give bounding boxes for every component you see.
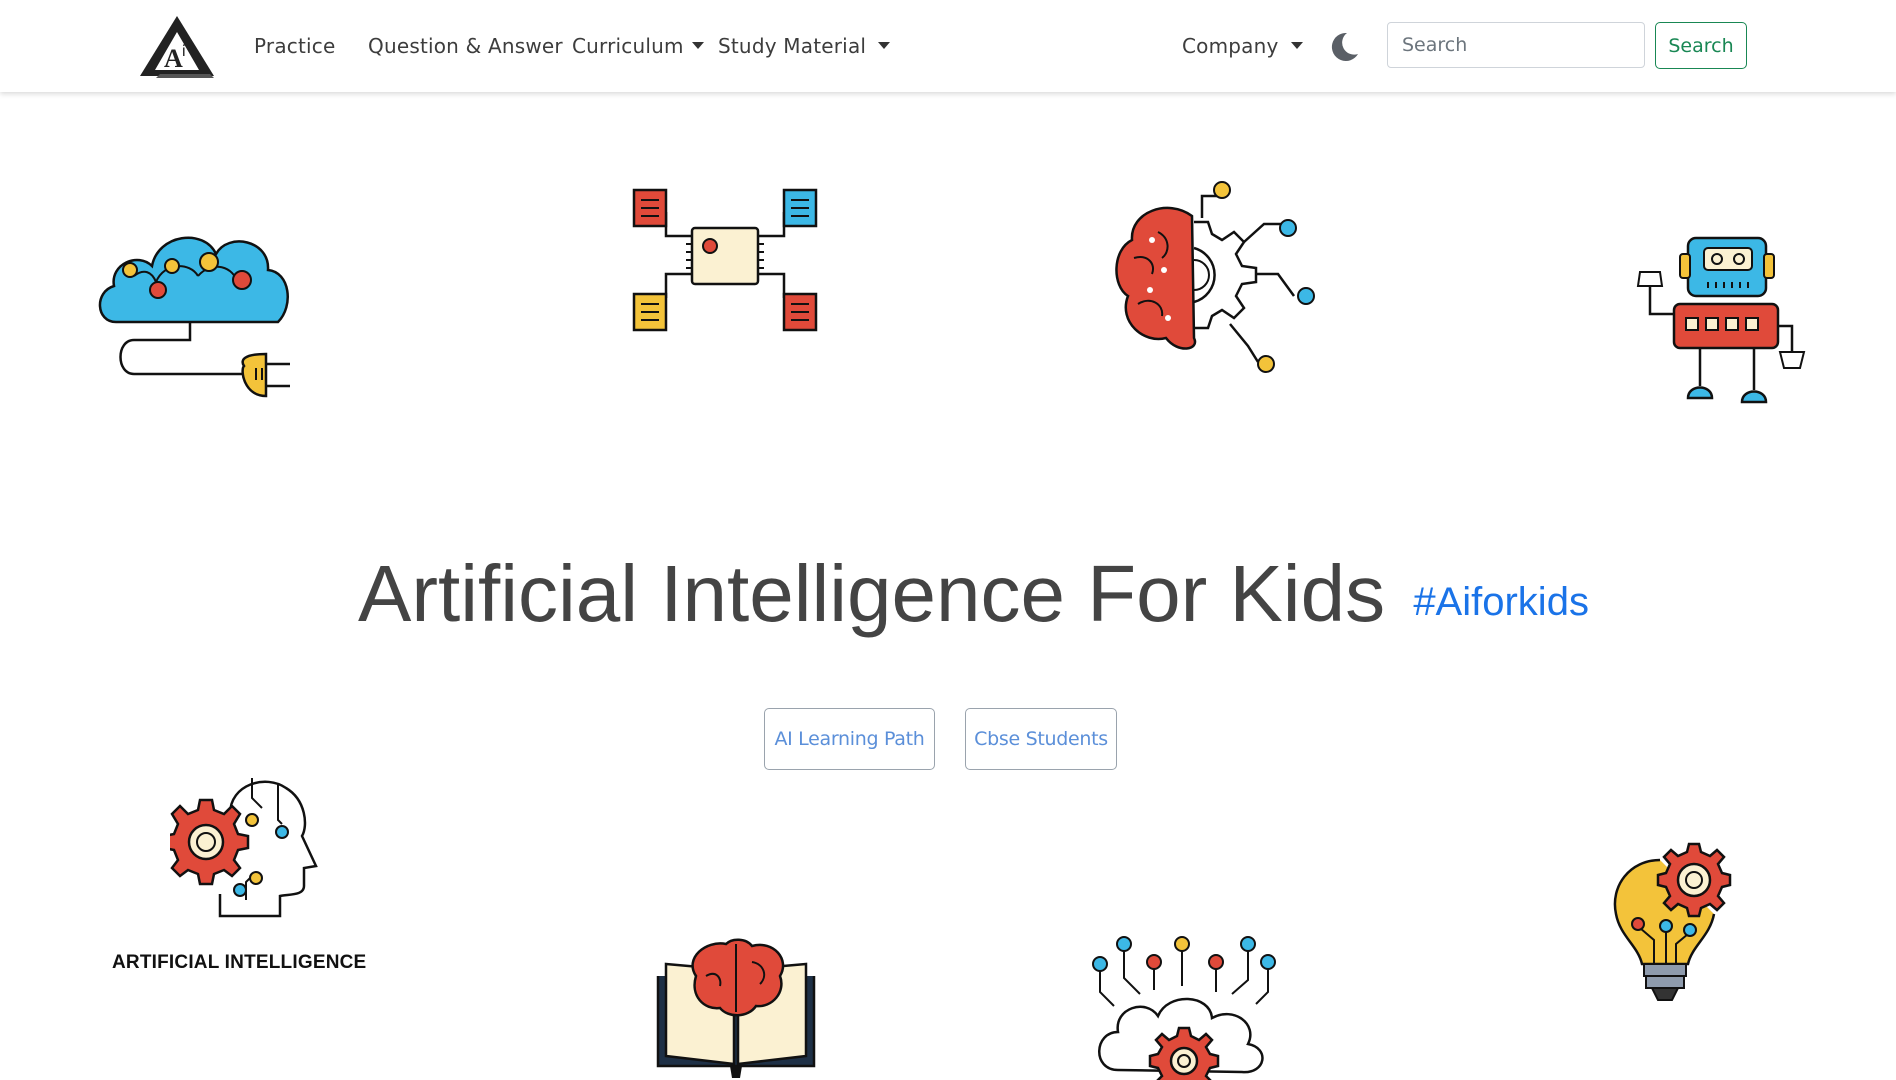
- brain-gear-illustration: [1115, 181, 1315, 373]
- ai-head-illustration: [170, 778, 318, 918]
- nav-curriculum-dropdown[interactable]: Curriculum: [572, 34, 704, 58]
- book-brain-illustration: [656, 938, 816, 1078]
- chevron-down-icon: [878, 42, 891, 49]
- chip-network-illustration: [632, 188, 818, 332]
- top-navbar: A i Practice Question & Answer Curriculu…: [0, 0, 1896, 92]
- robot-illustration: [1636, 236, 1806, 404]
- nav-company-label: Company: [1182, 34, 1279, 58]
- svg-text:i: i: [182, 43, 186, 60]
- ai-learning-path-button[interactable]: AI Learning Path: [764, 708, 935, 770]
- nav-question-answer[interactable]: Question & Answer: [368, 34, 563, 58]
- chevron-down-icon: [691, 42, 704, 49]
- cloud-network-illustration: [1092, 936, 1276, 1080]
- search-button[interactable]: Search: [1655, 22, 1747, 69]
- hero-title: Artificial Intelligence For Kids #Aifork…: [358, 546, 1589, 650]
- cbse-students-button[interactable]: Cbse Students: [965, 708, 1117, 770]
- nav-practice[interactable]: Practice: [254, 34, 335, 58]
- chevron-down-icon: [1290, 42, 1303, 49]
- hero-title-text: Artificial Intelligence For Kids: [358, 549, 1386, 638]
- nav-study-material-label: Study Material: [718, 34, 867, 58]
- nav-study-material-dropdown[interactable]: Study Material: [718, 34, 891, 58]
- dark-mode-moon-icon[interactable]: [1327, 30, 1361, 64]
- ai-caption: ARTIFICIAL INTELLIGENCE: [112, 952, 367, 973]
- cloud-plug-illustration: [98, 236, 290, 398]
- search-input[interactable]: [1387, 22, 1645, 68]
- ai-logo[interactable]: A i: [138, 12, 216, 80]
- nav-company-dropdown[interactable]: Company: [1182, 34, 1303, 58]
- svg-text:A: A: [164, 44, 183, 73]
- lightbulb-gear-illustration: [1613, 842, 1732, 1001]
- nav-curriculum-label: Curriculum: [572, 34, 684, 58]
- hero-hashtag: #Aiforkids: [1413, 580, 1589, 624]
